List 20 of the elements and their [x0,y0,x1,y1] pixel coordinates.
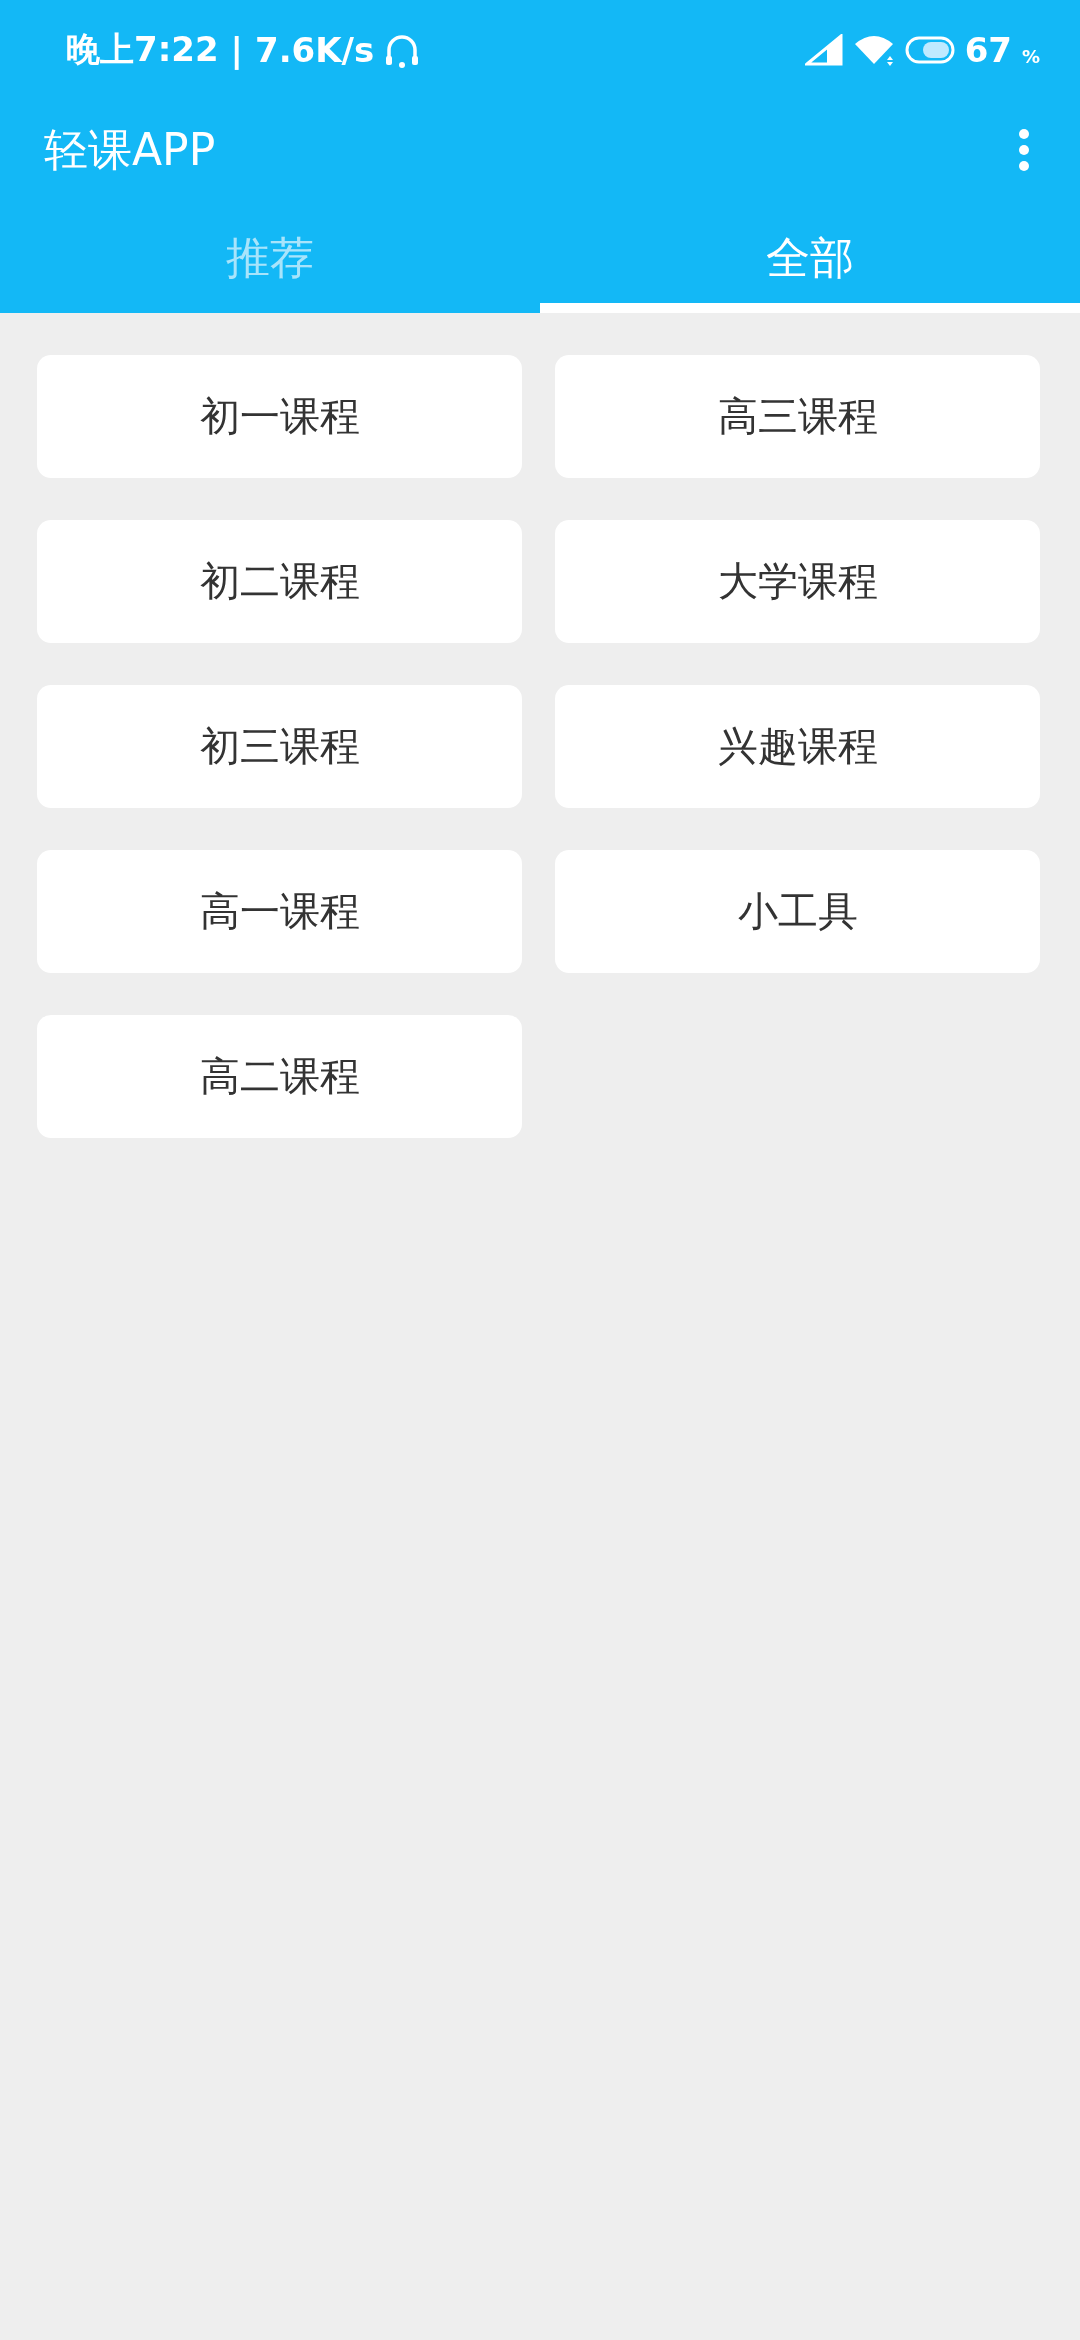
course-button[interactable]: 高三课程 [555,355,1040,478]
course-button[interactable]: 初一课程 [37,355,522,478]
status-time: 晚上7:22 [66,28,219,71]
course-button[interactable]: 小工具 [555,850,1040,973]
status-separator: | [230,30,243,70]
course-button[interactable]: 高一课程 [37,850,522,973]
app-title: 轻课APP [44,122,216,177]
headset-icon [384,32,421,68]
course-button[interactable]: 兴趣课程 [555,685,1040,808]
wifi-icon [852,34,895,66]
course-button[interactable]: 大学课程 [555,520,1040,643]
course-button[interactable]: 高二课程 [37,1015,522,1138]
battery-icon [904,36,955,64]
percent-sign: % [1021,45,1040,67]
course-button[interactable]: 初二课程 [37,520,522,643]
signal-icon [804,34,843,66]
more-options-icon[interactable] [1018,128,1030,172]
battery-level: 67 [964,30,1012,70]
course-button[interactable]: 初三课程 [37,685,522,808]
network-speed: 7.6K/s [255,30,375,70]
